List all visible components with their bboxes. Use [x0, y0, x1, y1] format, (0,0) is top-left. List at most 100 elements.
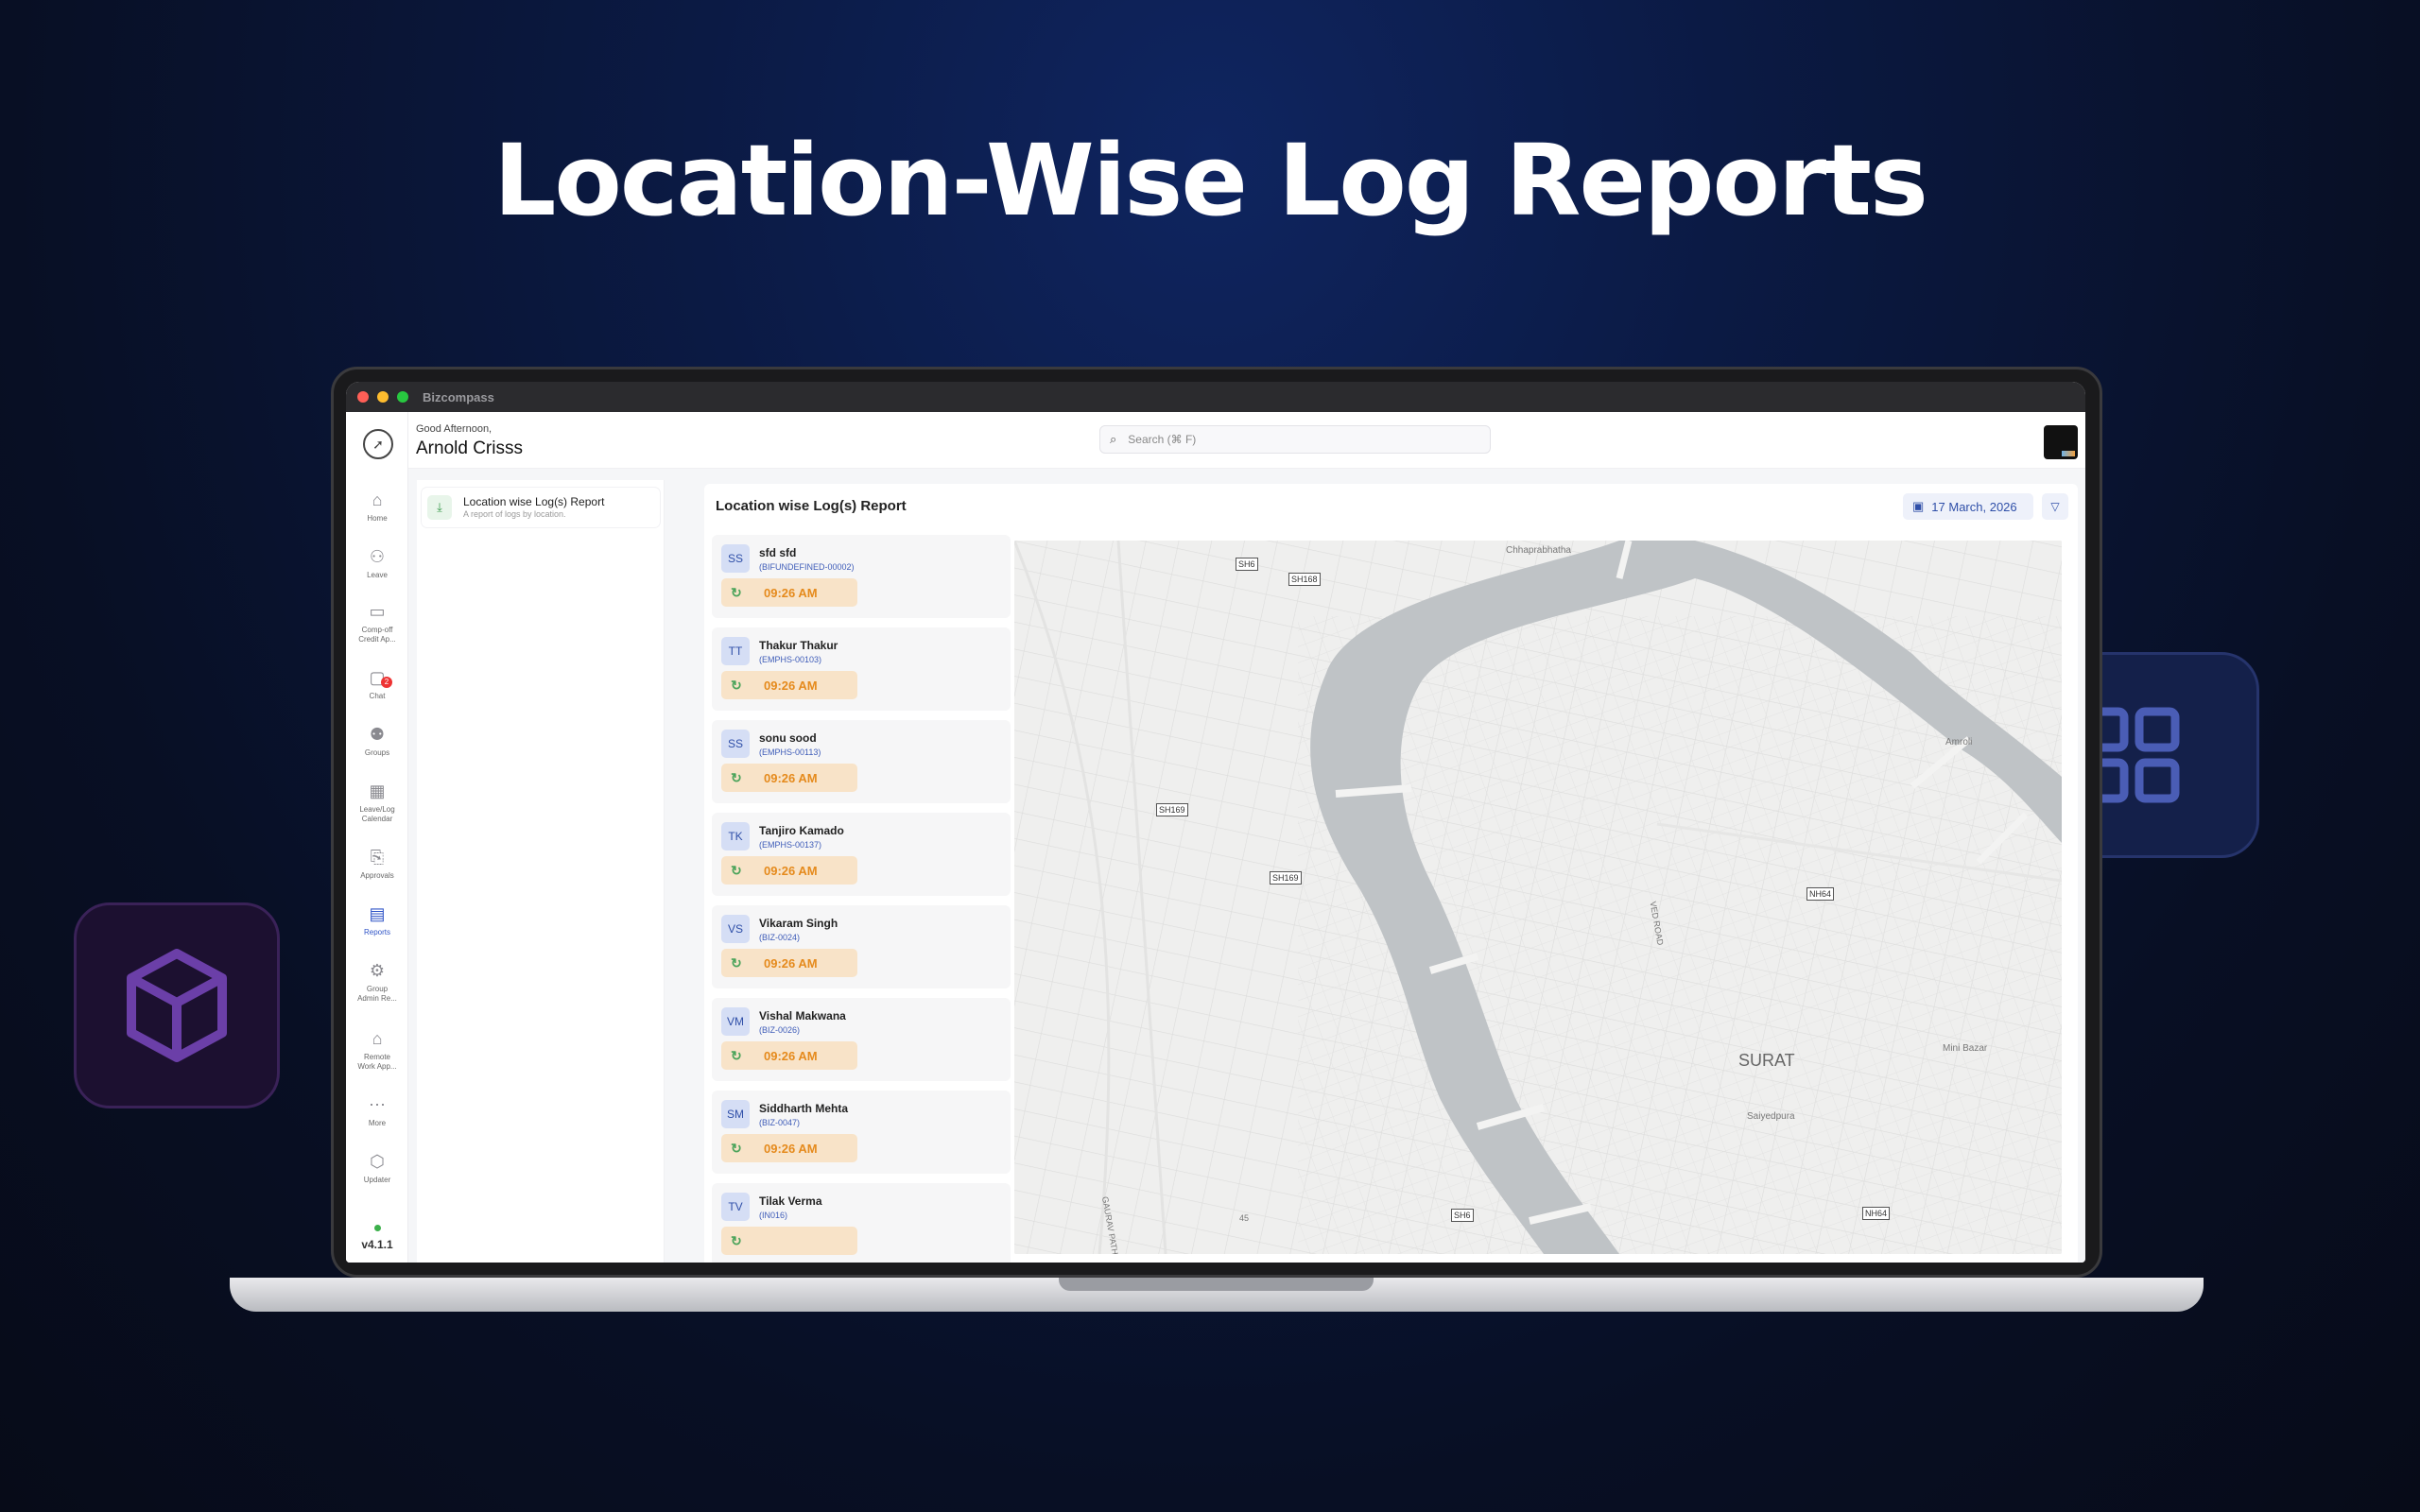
log-time: 09:26 AM [764, 863, 818, 878]
sidebar-item-leave[interactable]: ⚇ Leave [346, 546, 408, 580]
log-time-badge: ↻ 09:26 AM [721, 671, 857, 699]
home-icon: ⌂ [372, 490, 383, 509]
employee-name: sonu sood [759, 731, 817, 745]
clock-in-icon: ↻ [731, 1232, 742, 1248]
log-card[interactable]: TV Tilak Verma (IN016) ↻ [712, 1183, 1011, 1263]
sidebar-item-comp-off[interactable]: ▭ Comp-off Credit Ap... [346, 601, 408, 644]
sidebar-item-label: Remote Work App... [357, 1053, 397, 1071]
user-initials-avatar: TT [721, 637, 750, 665]
log-card[interactable]: SS sonu sood (EMPHS-00113) ↻ 09:26 AM [712, 720, 1011, 803]
download-icon: ⤓ [427, 495, 452, 520]
log-time: 09:26 AM [764, 770, 818, 785]
log-time: 09:26 AM [764, 955, 818, 971]
log-card[interactable]: VM Vishal Makwana (BIZ-0026) ↻ 09:26 AM [712, 998, 1011, 1081]
laptop-notch [1059, 1278, 1374, 1291]
report-item-location-wise[interactable]: ⤓ Location wise Log(s) Report A report o… [422, 488, 660, 527]
search-input[interactable]: ⌕ Search (⌘ F) [1099, 425, 1491, 454]
top-header: Good Afternoon, Arnold Crisss ⌕ Search (… [408, 412, 2085, 469]
group-admin-icon: ⚙ [369, 961, 386, 980]
date-picker[interactable]: ▣ 17 March, 2026 [1903, 493, 2033, 520]
approvals-icon: ⎘ [370, 848, 385, 867]
road-shield: SH6 [1451, 1209, 1474, 1222]
window-titlebar: Bizcompass [346, 382, 2085, 412]
page-title: Location wise Log(s) Report [716, 498, 907, 514]
window-title: Bizcompass [423, 389, 494, 404]
cube-decoration [74, 902, 280, 1108]
calendar-icon: ▣ [1912, 499, 1925, 513]
log-time-badge: ↻ 09:26 AM [721, 949, 857, 977]
employee-name: Thakur Thakur [759, 639, 838, 652]
sidebar: ➚ ⌂ Home ⚇ Leave ▭ Comp-off Credit Ap...… [346, 412, 408, 1263]
log-card[interactable]: TK Tanjiro Kamado (EMPHS-00137) ↻ 09:26 AM [712, 813, 1011, 896]
sidebar-item-group-admin[interactable]: ⚙ Group Admin Re... [346, 960, 408, 1004]
clock-in-icon: ↻ [731, 584, 742, 600]
online-status-dot [374, 1225, 381, 1231]
sidebar-item-label: More [368, 1119, 387, 1127]
app-body: ➚ ⌂ Home ⚇ Leave ▭ Comp-off Credit Ap...… [346, 412, 2085, 1263]
log-time-badge: ↻ 09:26 AM [721, 1041, 857, 1070]
map-view[interactable]: Chhaprabhatha Amroli Mini Bazar Saiyedpu… [1014, 541, 2062, 1254]
employee-name: Siddharth Mehta [759, 1102, 849, 1115]
chat-unread-badge: 2 [381, 677, 392, 688]
more-icon: ⋯ [369, 1095, 386, 1114]
road-shield: SH169 [1156, 803, 1188, 816]
sidebar-item-updater[interactable]: ⬡ Updater [346, 1151, 408, 1185]
close-window-button[interactable] [357, 391, 369, 403]
report-item-subtitle: A report of logs by location. [463, 509, 566, 519]
minimize-window-button[interactable] [377, 391, 389, 403]
log-card[interactable]: VS Vikaram Singh (BIZ-0024) ↻ 09:26 AM [712, 905, 1011, 988]
hero-title: Location-Wise Log Reports [493, 123, 1928, 238]
road-label: 45 [1239, 1213, 1250, 1223]
sidebar-item-label: Updater [363, 1176, 391, 1184]
employee-code: (EMPHS-00113) [759, 747, 821, 757]
employee-code: (BIZ-0024) [759, 933, 801, 942]
clock-in-icon: ↻ [731, 1140, 742, 1156]
sidebar-item-home[interactable]: ⌂ Home [346, 490, 408, 524]
groups-icon: ⚉ [369, 725, 386, 744]
road-shield: SH6 [1236, 558, 1258, 571]
employee-name: Tilak Verma [759, 1194, 822, 1208]
map-canvas [1014, 541, 2062, 1254]
filter-button[interactable]: ▽ [2042, 493, 2068, 520]
compass-logo-icon[interactable]: ➚ [363, 429, 393, 459]
sidebar-item-calendar[interactable]: ▦ Leave/Log Calendar [346, 781, 408, 824]
sidebar-item-reports[interactable]: ▤ Reports [346, 903, 408, 937]
user-initials-avatar: SS [721, 730, 750, 758]
log-time-badge: ↻ 09:26 AM [721, 1134, 857, 1162]
log-card[interactable]: SS sfd sfd (BIFUNDEFINED-00002) ↻ 09:26 AM [712, 535, 1011, 618]
cube-icon [127, 949, 227, 1062]
sidebar-item-groups[interactable]: ⚉ Groups [346, 724, 408, 758]
employee-name: Vishal Makwana [759, 1009, 846, 1022]
remote-work-icon: ⌂ [372, 1029, 383, 1048]
sidebar-item-approvals[interactable]: ⎘ Approvals [346, 847, 408, 881]
filter-icon: ▽ [2050, 500, 2060, 513]
app-version: v4.1.1 [361, 1238, 393, 1251]
employee-name: Vikaram Singh [759, 917, 838, 930]
sidebar-item-remote-work[interactable]: ⌂ Remote Work App... [346, 1028, 408, 1072]
log-card[interactable]: TT Thakur Thakur (EMPHS-00103) ↻ 09:26 AM [712, 627, 1011, 711]
employee-code: (BIZ-0047) [759, 1118, 801, 1127]
log-time-badge: ↻ 09:26 AM [721, 764, 857, 792]
map-place-label: Saiyedpura [1747, 1111, 1795, 1122]
sidebar-item-label: Groups [364, 748, 390, 757]
sidebar-item-more[interactable]: ⋯ More [346, 1094, 408, 1128]
log-time: 09:26 AM [764, 1048, 818, 1063]
log-list[interactable]: SS sfd sfd (BIFUNDEFINED-00002) ↻ 09:26 AM TT… [712, 535, 1012, 1263]
log-time-badge: ↻ 09:26 AM [721, 578, 857, 607]
search-placeholder: Search (⌘ F) [1128, 433, 1197, 446]
employee-code: (BIZ-0026) [759, 1025, 801, 1035]
chat-icon: ▢ [369, 668, 386, 687]
user-name: Arnold Crisss [416, 438, 523, 458]
log-card[interactable]: SM Siddharth Mehta (BIZ-0047) ↻ 09:26 AM [712, 1091, 1011, 1174]
clock-in-icon: ↻ [731, 769, 742, 785]
maximize-window-button[interactable] [397, 391, 408, 403]
employee-code: (BIFUNDEFINED-00002) [759, 562, 855, 572]
clock-in-icon: ↻ [731, 1047, 742, 1063]
avatar[interactable] [2044, 425, 2078, 459]
sidebar-item-chat[interactable]: ▢ 2 Chat [346, 667, 408, 701]
employee-code: (EMPHS-00103) [759, 655, 822, 664]
reports-list-panel: ⤓ Location wise Log(s) Report A report o… [417, 480, 665, 1263]
sidebar-item-label: Leave [367, 571, 388, 579]
user-initials-avatar: TV [721, 1193, 750, 1221]
user-initials-avatar: TK [721, 822, 750, 850]
